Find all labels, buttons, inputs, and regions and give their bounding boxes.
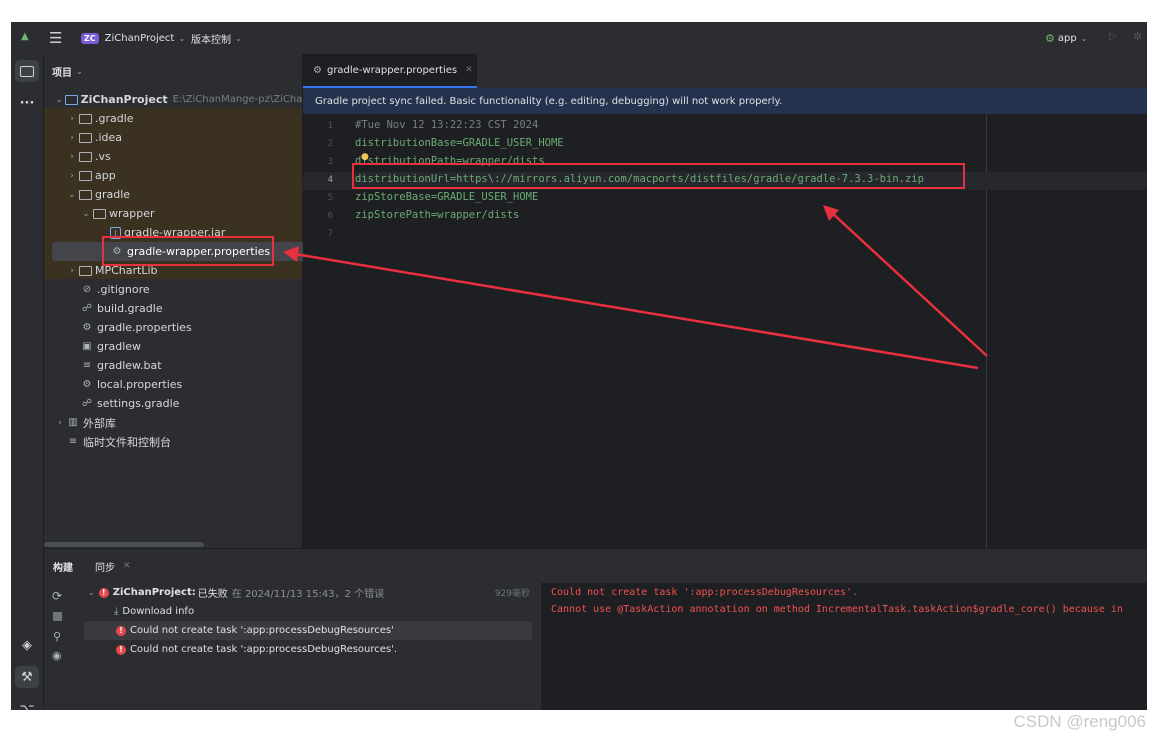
watermark: CSDN @reng006 bbox=[1013, 712, 1146, 731]
arrow-line bbox=[830, 211, 988, 357]
annotation-arrows bbox=[283, 205, 988, 370]
arrow-line bbox=[294, 252, 979, 370]
ide-window: ▲ ☰ ZC ZiChanProject ⌄ 版本控制 ⌄ ⚙ app ⌄ ▷ … bbox=[11, 22, 1147, 710]
arrow-head-left bbox=[283, 246, 299, 262]
